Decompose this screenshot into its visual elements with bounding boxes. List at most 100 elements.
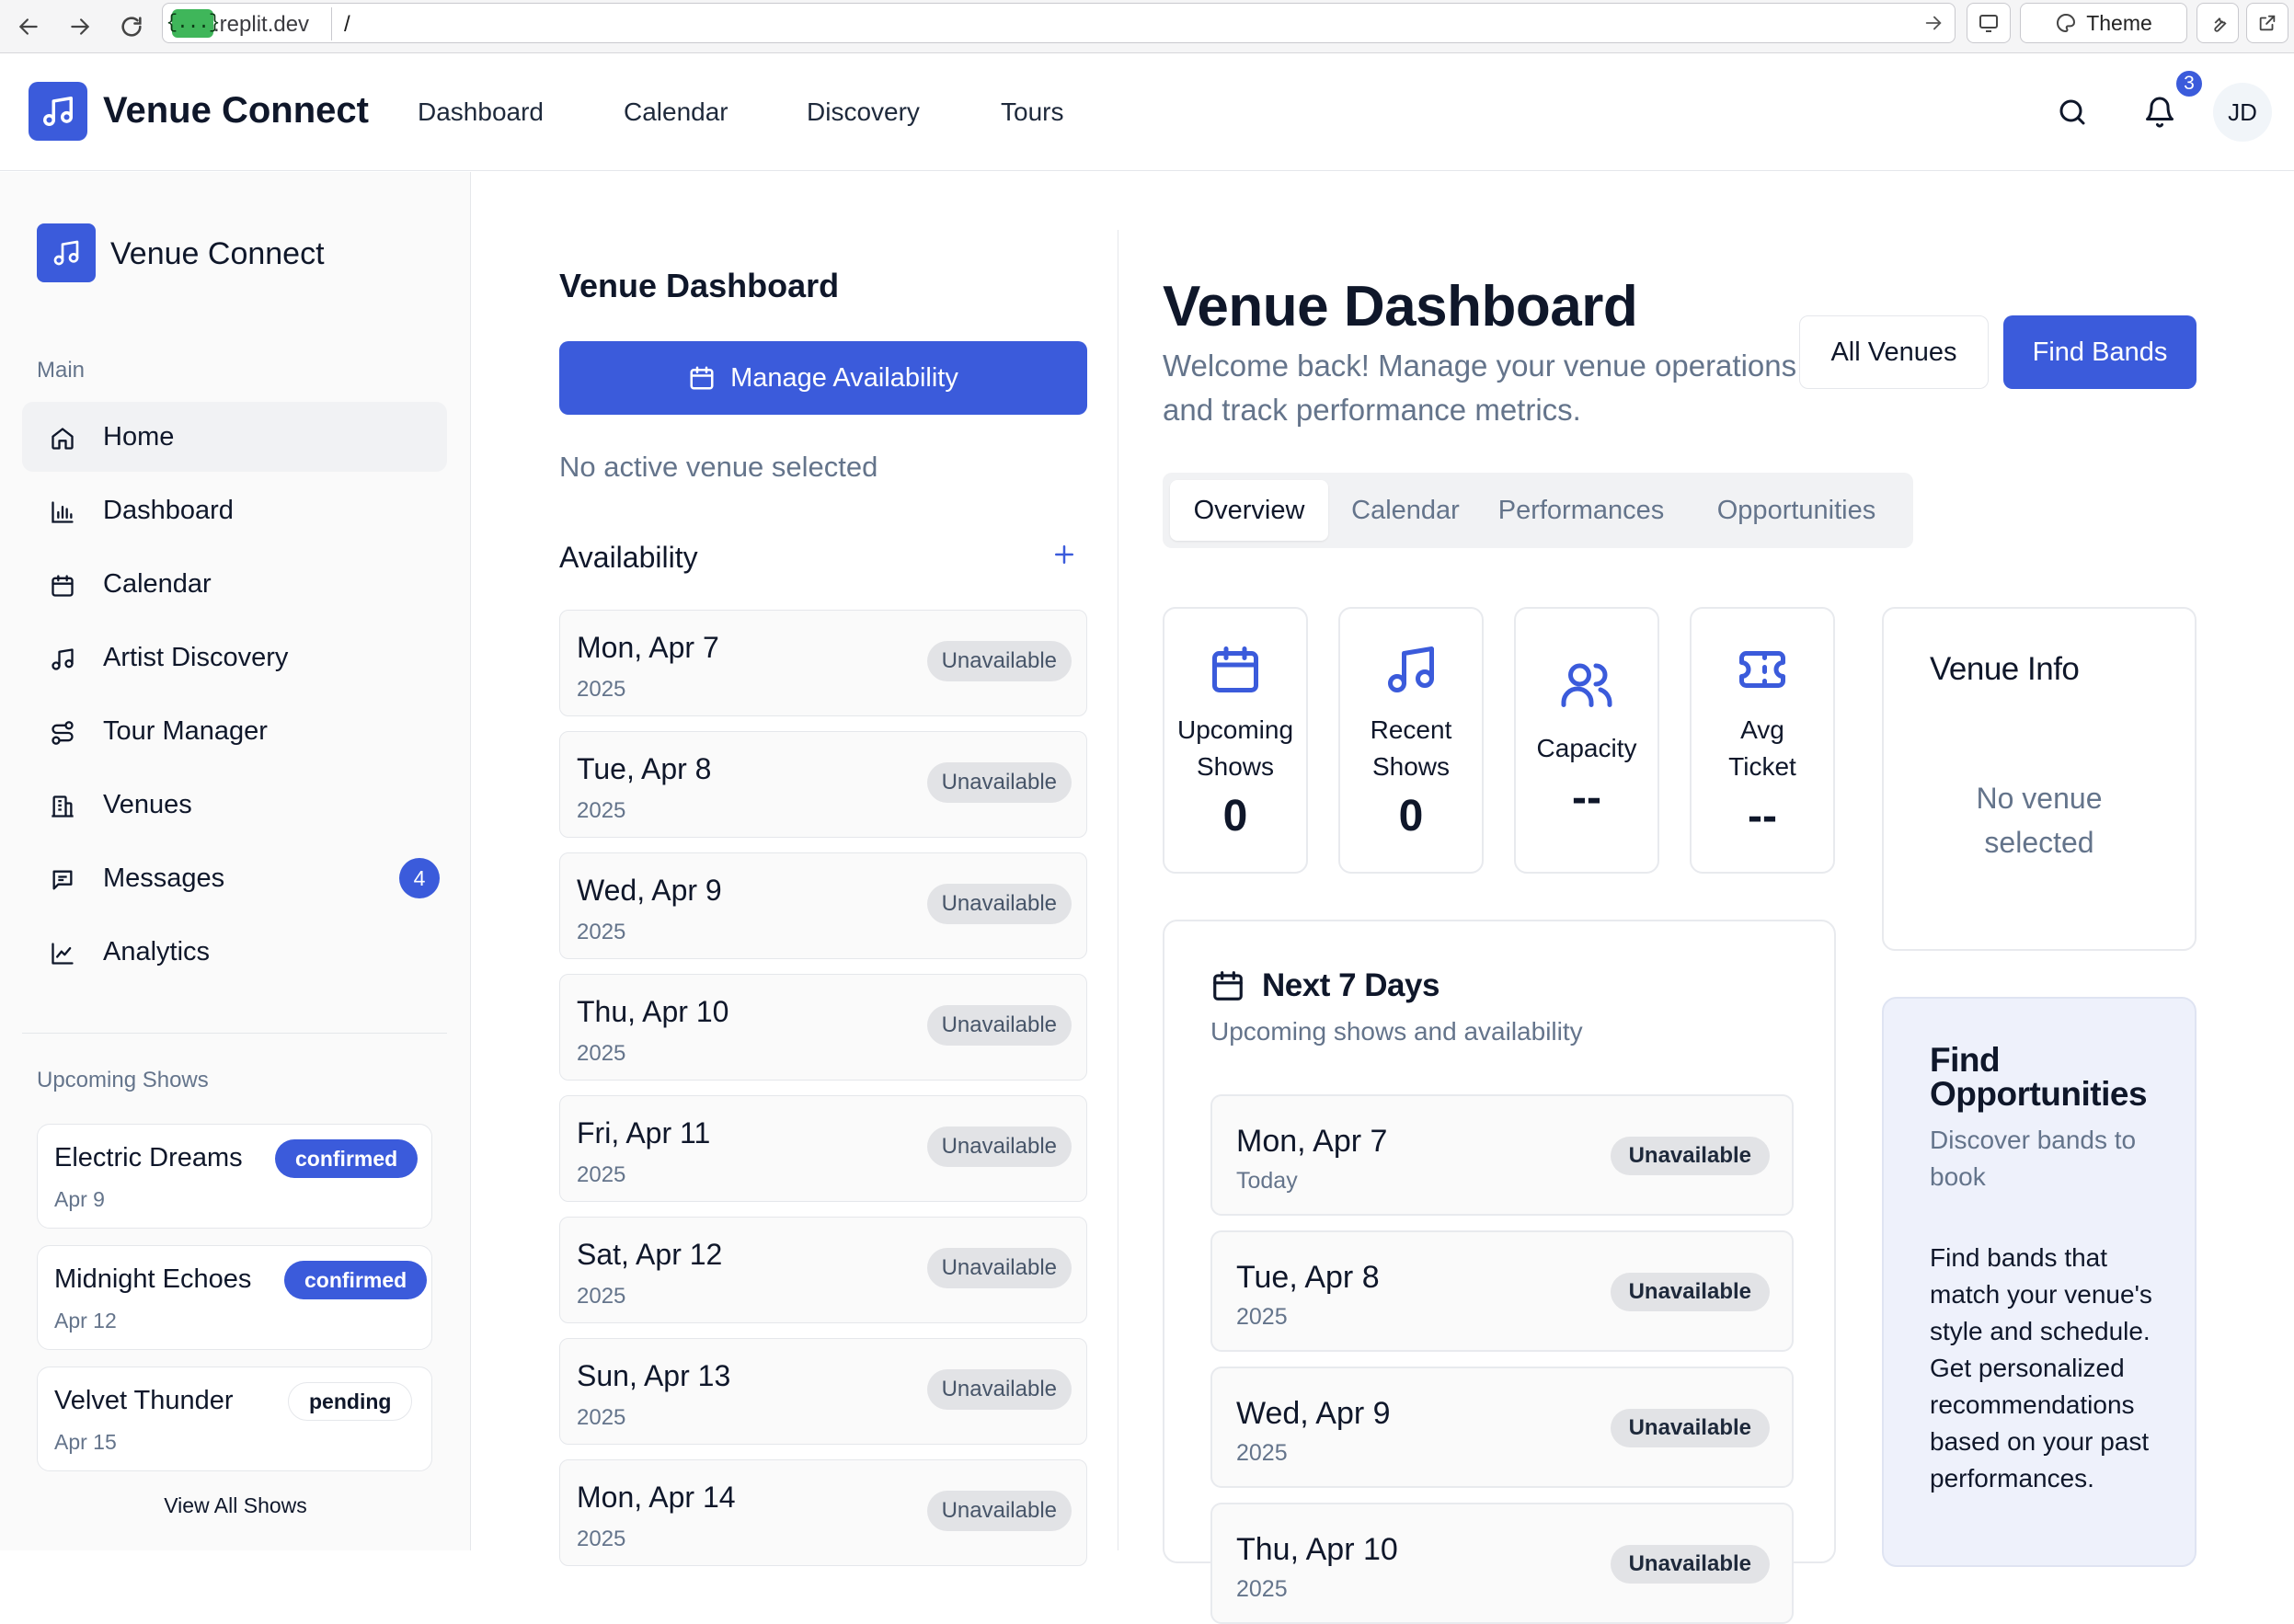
- availability-row[interactable]: Thu, Apr 10 2025 Unavailable: [559, 974, 1087, 1081]
- sidebar-item-messages[interactable]: Messages 4: [22, 843, 447, 913]
- music-logo-icon[interactable]: [29, 82, 87, 141]
- calendar-icon: [1213, 971, 1243, 1001]
- welcome-text: Welcome back! Manage your venue operatio…: [1163, 349, 1797, 427]
- brand-name[interactable]: Venue Connect: [103, 90, 369, 132]
- day-label: Wed, Apr 9: [1236, 1396, 1391, 1431]
- nav-calendar[interactable]: Calendar: [624, 97, 728, 127]
- day-row[interactable]: Mon, Apr 7 Today Unavailable: [1210, 1094, 1794, 1216]
- show-card-electric-dreams[interactable]: Electric Dreams Apr 9 confirmed: [37, 1124, 432, 1229]
- stat-card-recent-shows: Recent Shows 0: [1338, 607, 1484, 874]
- search-icon[interactable]: [2052, 92, 2093, 132]
- top-navbar: Venue Connect Dashboard Calendar Discove…: [0, 53, 2294, 171]
- sidebar-item-calendar[interactable]: Calendar: [22, 549, 447, 619]
- avatar[interactable]: JD: [2213, 83, 2272, 142]
- stat-card-capacity: Capacity --: [1514, 607, 1659, 874]
- day-row[interactable]: Wed, Apr 9 2025 Unavailable: [1210, 1367, 1794, 1488]
- sidebar-item-analytics[interactable]: Analytics: [22, 917, 447, 987]
- status-badge: Unavailable: [926, 1005, 1072, 1046]
- show-name: Velvet Thunder: [54, 1386, 234, 1415]
- bell-icon[interactable]: [2139, 92, 2180, 132]
- stat-label: Capacity: [1536, 734, 1637, 762]
- forward-icon[interactable]: [64, 11, 96, 42]
- day-label: Mon, Apr 7: [1236, 1124, 1388, 1159]
- availability-year: 2025: [577, 1527, 626, 1551]
- sidebar-item-dashboard[interactable]: Dashboard: [22, 475, 447, 545]
- sidebar-item-label: Artist Discovery: [103, 642, 289, 672]
- url-domain: .replit.dev: [213, 12, 310, 37]
- availability-day: Wed, Apr 9: [577, 874, 722, 907]
- availability-row[interactable]: Sun, Apr 13 2025 Unavailable: [559, 1338, 1087, 1445]
- status-badge: confirmed: [284, 1261, 428, 1299]
- availability-row[interactable]: Fri, Apr 11 2025 Unavailable: [559, 1095, 1087, 1202]
- middle-title: Venue Dashboard: [559, 267, 840, 304]
- sidebar-item-artist-discovery[interactable]: Artist Discovery: [22, 623, 447, 692]
- palette-icon: [2057, 13, 2076, 33]
- next-7-days-card: Next 7 Days Upcoming shows and availabil…: [1163, 920, 1836, 1624]
- stat-label: Upcoming: [1176, 715, 1294, 744]
- availability-row[interactable]: Tue, Apr 8 2025 Unavailable: [559, 731, 1087, 838]
- all-venues-button[interactable]: All Venues: [1799, 315, 1989, 389]
- availability-year: 2025: [577, 1041, 626, 1066]
- stat-label: Avg: [1740, 715, 1784, 744]
- availability-year: 2025: [577, 1405, 626, 1430]
- tab-calendar[interactable]: Calendar: [1336, 480, 1475, 541]
- venue-info-title: Venue Info: [1930, 651, 2080, 687]
- tab-overview[interactable]: Overview: [1170, 480, 1328, 541]
- status-badge: Unavailable: [1610, 1545, 1770, 1584]
- reload-icon[interactable]: [116, 11, 147, 42]
- sidebar-item-venues[interactable]: Venues: [22, 770, 447, 840]
- theme-button[interactable]: Theme: [2020, 3, 2187, 43]
- availability-row[interactable]: Mon, Apr 7 2025 Unavailable: [559, 610, 1087, 716]
- status-badge: Unavailable: [926, 1127, 1072, 1167]
- stat-value: --: [1748, 792, 1777, 841]
- url-path[interactable]: /: [344, 12, 350, 38]
- availability-year: 2025: [577, 920, 626, 944]
- opportunities-body: Find bands that match your venue's style…: [1930, 1243, 2152, 1492]
- url-bar[interactable]: {...} .replit.dev /: [162, 3, 1956, 43]
- go-arrow-icon[interactable]: [1923, 13, 1944, 33]
- availability-day: Fri, Apr 11: [577, 1116, 711, 1149]
- sidebar-item-tour-manager[interactable]: Tour Manager: [22, 696, 447, 766]
- sidebar-divider: [22, 1033, 447, 1034]
- add-availability-plus-icon[interactable]: [1050, 541, 1078, 568]
- day-sub: Today: [1236, 1168, 1298, 1194]
- show-date: Apr 12: [54, 1309, 117, 1332]
- view-all-shows-link[interactable]: View All Shows: [0, 1493, 471, 1518]
- status-badge: Unavailable: [926, 1248, 1072, 1288]
- availability-day: Thu, Apr 10: [577, 995, 729, 1028]
- music-logo-icon[interactable]: [37, 223, 96, 282]
- availability-year: 2025: [577, 677, 626, 702]
- sidebar-item-home[interactable]: Home: [22, 402, 447, 472]
- day-row[interactable]: Thu, Apr 10 2025 Unavailable: [1210, 1503, 1794, 1624]
- availability-row[interactable]: Sat, Apr 12 2025 Unavailable: [559, 1217, 1087, 1323]
- nav-dashboard[interactable]: Dashboard: [418, 97, 544, 127]
- day-row[interactable]: Tue, Apr 8 2025 Unavailable: [1210, 1230, 1794, 1352]
- dashboard-tabs: Overview Calendar Performances Opportuni…: [1163, 473, 1913, 548]
- nav-tours[interactable]: Tours: [1001, 97, 1063, 127]
- tab-opportunities[interactable]: Opportunities: [1687, 480, 1906, 541]
- nav-discovery[interactable]: Discovery: [807, 97, 920, 127]
- section-label-main: Main: [37, 358, 86, 383]
- availability-row[interactable]: Wed, Apr 9 2025 Unavailable: [559, 852, 1087, 959]
- availability-day: Sun, Apr 13: [577, 1359, 731, 1392]
- manage-availability-button[interactable]: Manage Availability: [559, 341, 1087, 415]
- day-label: Tue, Apr 8: [1236, 1260, 1380, 1295]
- sidebar-item-label: Calendar: [103, 568, 212, 599]
- tab-performances[interactable]: Performances: [1483, 480, 1680, 541]
- show-card-midnight-echoes[interactable]: Midnight Echoes Apr 12 confirmed: [37, 1245, 432, 1350]
- back-icon[interactable]: [13, 11, 44, 42]
- day-sub: 2025: [1236, 1304, 1288, 1330]
- page-title: Venue Dashboard: [1163, 275, 1638, 338]
- find-bands-button[interactable]: Find Bands: [2003, 315, 2197, 389]
- devtools-screen-icon[interactable]: [1967, 3, 2011, 43]
- sidebar-item-label: Venues: [103, 789, 192, 819]
- status-badge: Unavailable: [926, 884, 1072, 924]
- next-7-days-subtitle: Upcoming shows and availability: [1210, 1017, 1583, 1046]
- route-icon: [52, 721, 74, 745]
- open-external-icon[interactable]: [2246, 3, 2288, 43]
- sidebar-item-label: Analytics: [103, 936, 211, 966]
- show-card-velvet-thunder[interactable]: Velvet Thunder Apr 15 pending: [37, 1367, 432, 1471]
- sidebar-brand: Venue Connect: [110, 236, 325, 271]
- wrench-icon[interactable]: [2197, 3, 2239, 43]
- sidebar-item-label: Tour Manager: [103, 715, 268, 746]
